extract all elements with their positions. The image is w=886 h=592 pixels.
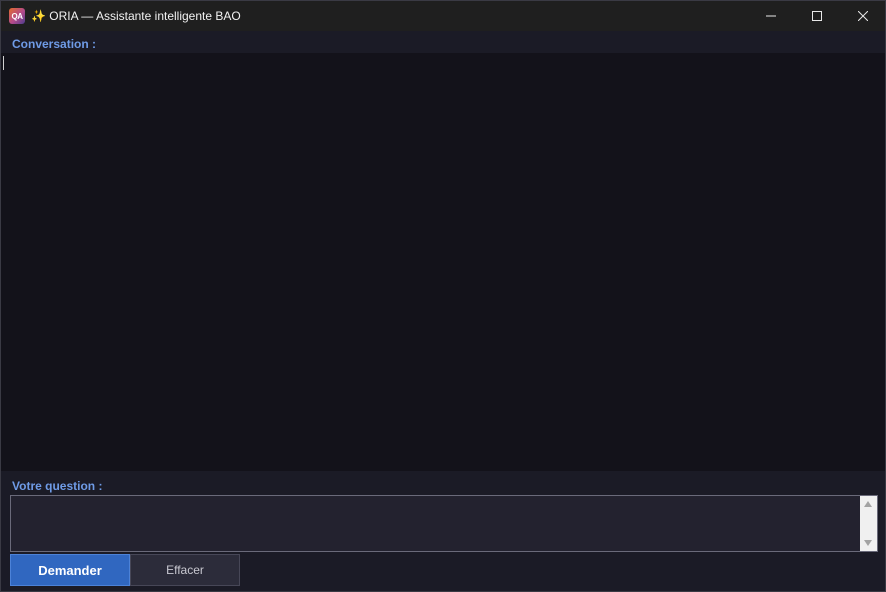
scroll-down-arrow-icon[interactable]: [864, 540, 872, 546]
close-button[interactable]: [840, 1, 886, 31]
ask-button[interactable]: Demander: [10, 554, 130, 586]
scroll-up-arrow-icon[interactable]: [864, 501, 872, 507]
question-label: Votre question :: [12, 479, 103, 493]
clear-button[interactable]: Effacer: [130, 554, 240, 586]
text-caret: [3, 56, 4, 70]
conversation-area[interactable]: [1, 53, 885, 471]
maximize-button[interactable]: [794, 1, 840, 31]
app-window: QA ✨ ORIA — Assistante intelligente BAO …: [0, 0, 886, 592]
question-box: [10, 495, 878, 552]
title-bar[interactable]: QA ✨ ORIA — Assistante intelligente BAO: [1, 1, 885, 31]
conversation-header: [1, 31, 885, 53]
close-icon: [858, 11, 868, 21]
question-input[interactable]: [11, 496, 861, 551]
window-title: ✨ ORIA — Assistante intelligente BAO: [31, 9, 241, 23]
app-logo-icon: QA: [9, 8, 25, 24]
minimize-icon: [766, 15, 776, 17]
minimize-button[interactable]: [748, 1, 794, 31]
maximize-icon: [812, 11, 822, 21]
question-scrollbar[interactable]: [860, 496, 877, 551]
conversation-label: Conversation :: [12, 37, 97, 51]
